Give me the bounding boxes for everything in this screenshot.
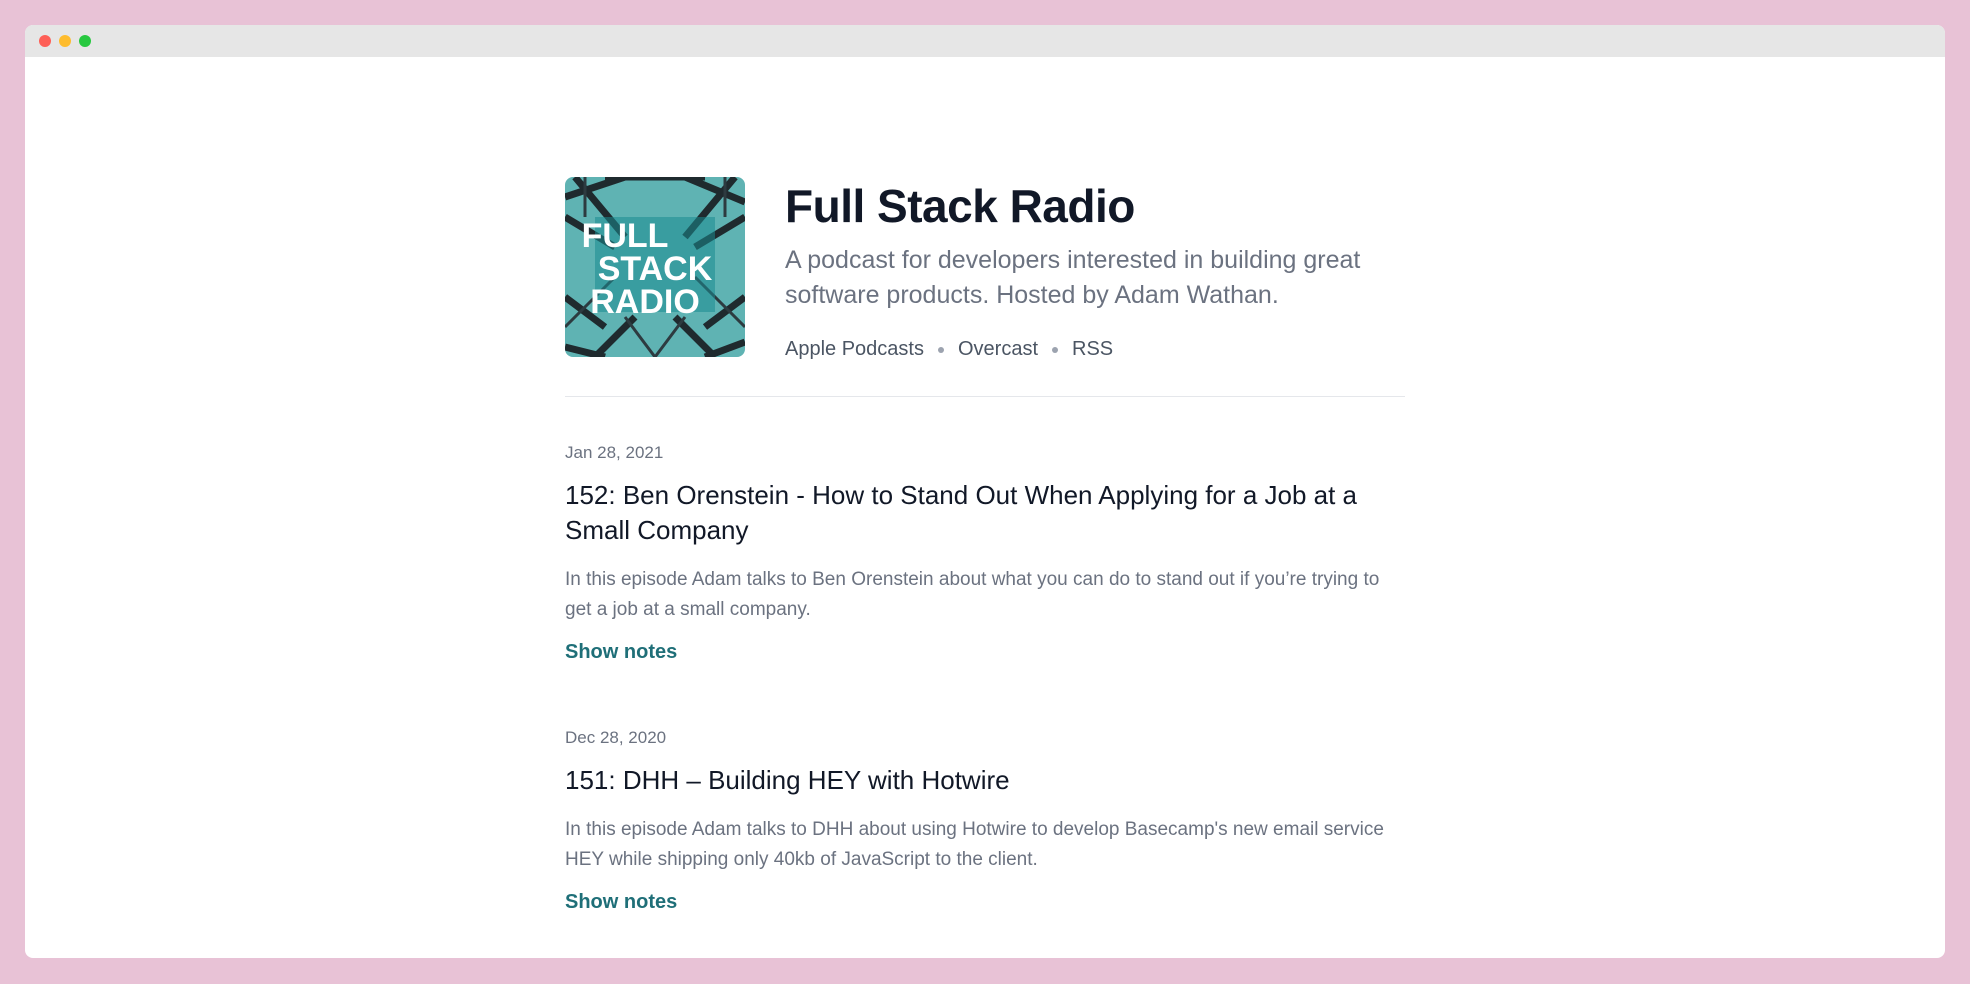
page-content: FULL STACK RADIO Full Stack Radio A podc… <box>565 177 1405 914</box>
podcast-header: FULL STACK RADIO Full Stack Radio A podc… <box>565 177 1405 361</box>
close-window-button[interactable] <box>39 35 51 47</box>
episode-item: Dec 28, 2020 151: DHH – Building HEY wit… <box>565 728 1405 914</box>
show-notes-link[interactable]: Show notes <box>565 891 677 914</box>
browser-window: FULL STACK RADIO Full Stack Radio A podc… <box>25 25 1945 958</box>
podcast-meta: Full Stack Radio A podcast for developer… <box>785 177 1385 361</box>
episode-description: In this episode Adam talks to Ben Orenst… <box>565 569 1380 620</box>
episode-item: Jan 28, 2021 152: Ben Orenstein - How to… <box>565 443 1405 664</box>
episode-title[interactable]: 151: DHH – Building HEY with Hotwire <box>565 763 1405 798</box>
episode-title[interactable]: 152: Ben Orenstein - How to Stand Out Wh… <box>565 478 1405 548</box>
podcast-title: Full Stack Radio <box>785 180 1135 232</box>
apple-podcasts-link[interactable]: Apple Podcasts <box>785 338 924 361</box>
window-titlebar <box>25 25 1945 57</box>
podcast-cover-art: FULL STACK RADIO <box>565 177 745 357</box>
minimize-window-button[interactable] <box>59 35 71 47</box>
episode-description: In this episode Adam talks to DHH about … <box>565 819 1384 870</box>
cover-text-line: RADIO <box>590 283 700 321</box>
header-divider <box>565 396 1405 397</box>
link-separator <box>1052 346 1059 353</box>
link-separator <box>937 346 944 353</box>
subscribe-links: Apple Podcasts Overcast RSS <box>785 338 1385 361</box>
cover-art-image: FULL STACK RADIO <box>565 177 745 357</box>
podcast-description: A podcast for developers interested in b… <box>785 246 1361 309</box>
overcast-link[interactable]: Overcast <box>958 338 1038 361</box>
maximize-window-button[interactable] <box>79 35 91 47</box>
episode-date: Jan 28, 2021 <box>565 443 664 462</box>
show-notes-link[interactable]: Show notes <box>565 641 677 664</box>
episode-date: Dec 28, 2020 <box>565 728 667 747</box>
rss-link[interactable]: RSS <box>1072 338 1113 361</box>
